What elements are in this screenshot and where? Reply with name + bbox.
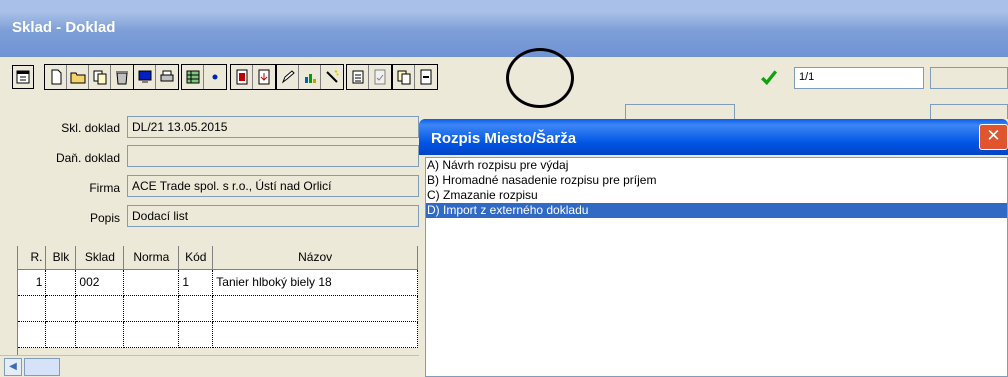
table-filter-icon[interactable] bbox=[182, 65, 204, 89]
printer-icon[interactable] bbox=[156, 65, 178, 89]
check-icon[interactable] bbox=[754, 65, 784, 89]
cell[interactable] bbox=[123, 321, 180, 348]
popis-label: Popis bbox=[89, 211, 120, 225]
scroll-thumb[interactable] bbox=[24, 358, 60, 376]
items-grid: R. Blk Sklad Norma Kód Názov 1 002 1 Tan… bbox=[18, 246, 418, 348]
column-header-sklad[interactable]: Sklad bbox=[75, 246, 125, 270]
page-indicator: 1/1 bbox=[794, 67, 924, 89]
cell[interactable] bbox=[212, 321, 418, 348]
red-document-icon[interactable] bbox=[231, 65, 253, 89]
table-row[interactable] bbox=[18, 295, 418, 322]
column-header-blk[interactable]: Blk bbox=[45, 246, 77, 270]
cell-kod[interactable]: 1 bbox=[178, 269, 214, 296]
cell-norma[interactable] bbox=[123, 269, 180, 296]
cell[interactable] bbox=[212, 295, 418, 322]
cell[interactable] bbox=[45, 295, 77, 322]
cell[interactable] bbox=[75, 295, 125, 322]
dot-icon[interactable] bbox=[204, 65, 226, 89]
calculator-icon[interactable] bbox=[347, 65, 369, 89]
dan-doklad-field[interactable] bbox=[127, 145, 419, 167]
dialog-title: Rozpis Miesto/Šarža bbox=[431, 130, 577, 147]
cell-sklad[interactable]: 002 bbox=[75, 269, 125, 296]
column-header-r[interactable]: R. bbox=[18, 246, 47, 270]
list-item-selected[interactable]: D) Import z externého dokladu bbox=[426, 203, 1007, 218]
cell[interactable] bbox=[18, 295, 47, 322]
skl-doklad-label: Skl. doklad bbox=[61, 121, 120, 135]
firma-label: Firma bbox=[89, 181, 120, 195]
cell[interactable] bbox=[178, 295, 214, 322]
dan-doklad-label: Daň. doklad bbox=[55, 151, 120, 165]
cell[interactable] bbox=[123, 295, 180, 322]
copy-page-icon[interactable] bbox=[393, 65, 415, 89]
status-field bbox=[930, 67, 1008, 89]
column-header-nazov[interactable]: Názov bbox=[212, 246, 418, 270]
open-folder-icon[interactable] bbox=[67, 65, 89, 89]
column-header-kod[interactable]: Kód bbox=[178, 246, 214, 270]
cell[interactable] bbox=[45, 321, 77, 348]
monitor-icon[interactable] bbox=[134, 65, 156, 89]
cell-r[interactable]: 1 bbox=[18, 269, 47, 296]
scroll-left-icon[interactable]: ◀ bbox=[4, 358, 22, 376]
wand-icon[interactable] bbox=[321, 65, 343, 89]
popis-field[interactable]: Dodací list bbox=[127, 205, 419, 227]
rozpis-dialog: Rozpis Miesto/Šarža ✕ A) Návrh rozpisu p… bbox=[419, 119, 1008, 377]
dialog-title-bar[interactable]: Rozpis Miesto/Šarža ✕ bbox=[419, 119, 1008, 155]
list-item[interactable]: A) Návrh rozpisu pre výdaj bbox=[426, 158, 1007, 173]
highlight-circle bbox=[506, 48, 574, 108]
copy-icon[interactable] bbox=[89, 65, 111, 89]
document-minus-icon[interactable] bbox=[415, 65, 437, 89]
chart-icon[interactable] bbox=[299, 65, 321, 89]
column-header-norma[interactable]: Norma bbox=[123, 246, 180, 270]
document-check-icon[interactable] bbox=[369, 65, 391, 89]
table-row[interactable]: 1 002 1 Tanier hlboký biely 18 bbox=[18, 269, 418, 296]
recycle-bin-icon[interactable] bbox=[111, 65, 133, 89]
import-document-icon[interactable] bbox=[253, 65, 275, 89]
list-item[interactable]: C) Zmazanie rozpisu bbox=[426, 188, 1007, 203]
cell[interactable] bbox=[178, 321, 214, 348]
skl-doklad-field[interactable]: DL/21 13.05.2015 bbox=[127, 116, 419, 138]
cell-nazov[interactable]: Tanier hlboký biely 18 bbox=[212, 269, 418, 296]
cell[interactable] bbox=[75, 321, 125, 348]
new-document-icon[interactable] bbox=[45, 65, 67, 89]
calendar-icon[interactable] bbox=[12, 64, 34, 89]
cell[interactable] bbox=[18, 321, 47, 348]
firma-field[interactable]: ACE Trade spol. s r.o., Ústí nad Orlicí bbox=[127, 175, 419, 197]
table-row[interactable] bbox=[18, 321, 418, 348]
list-item[interactable]: B) Hromadné nasadenie rozpisu pre príjem bbox=[426, 173, 1007, 188]
cell-blk[interactable] bbox=[45, 269, 77, 296]
window-title: Sklad - Doklad bbox=[12, 19, 116, 36]
horizontal-scrollbar[interactable]: ◀ bbox=[0, 355, 420, 377]
edit-icon[interactable] bbox=[277, 65, 299, 89]
dialog-option-list[interactable]: A) Návrh rozpisu pre výdaj B) Hromadné n… bbox=[425, 157, 1008, 377]
close-icon[interactable]: ✕ bbox=[979, 124, 1008, 150]
main-title-bar: Sklad - Doklad bbox=[0, 0, 1008, 57]
